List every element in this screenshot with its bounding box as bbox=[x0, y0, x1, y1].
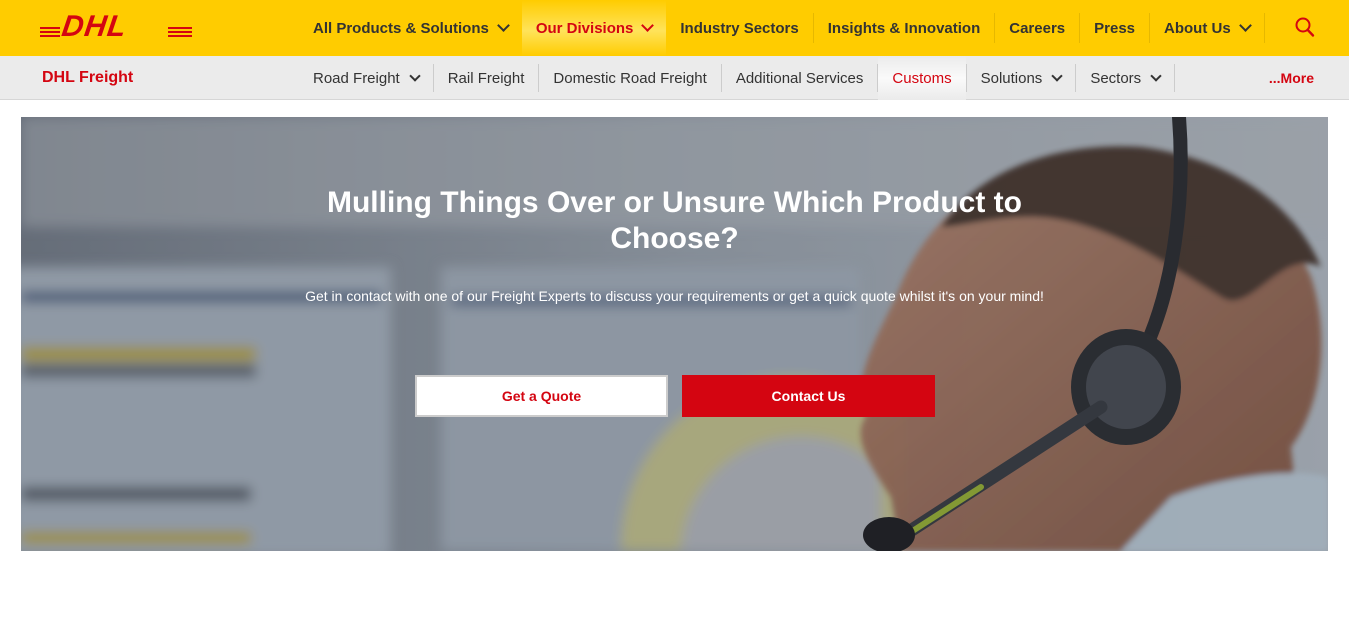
main-nav-careers[interactable]: Careers bbox=[995, 0, 1079, 56]
sub-nav-rail-freight[interactable]: Rail Freight bbox=[434, 56, 539, 100]
chevron-down-icon bbox=[641, 19, 655, 32]
main-nav-insights-innovation[interactable]: Insights & Innovation bbox=[814, 0, 995, 56]
sub-nav-solutions[interactable]: Solutions bbox=[967, 56, 1076, 100]
main-nav-industry-sectors[interactable]: Industry Sectors bbox=[666, 0, 812, 56]
dhl-logo-wordmark: DHL bbox=[59, 10, 130, 43]
sub-nav-label: Rail Freight bbox=[447, 69, 525, 87]
hero-title: Mulling Things Over or Unsure Which Prod… bbox=[326, 186, 1022, 255]
chevron-down-icon bbox=[1051, 69, 1063, 82]
contact-us-button[interactable]: Contact Us bbox=[682, 375, 935, 417]
global-header: DHL All Products & Solutions Our Divisio… bbox=[0, 0, 1349, 56]
chevron-down-icon bbox=[1150, 69, 1162, 82]
division-title[interactable]: DHL Freight bbox=[42, 56, 133, 100]
nav-divider bbox=[1263, 13, 1265, 43]
main-nav-label: Press bbox=[1094, 19, 1136, 37]
more-link[interactable]: ...More bbox=[1269, 56, 1314, 100]
hero-content: Mulling Things Over or Unsure Which Prod… bbox=[21, 117, 1328, 551]
sub-nav-domestic-road-freight[interactable]: Domestic Road Freight bbox=[539, 56, 720, 100]
main-nav-label: Industry Sectors bbox=[680, 19, 799, 37]
sub-nav-label: Solutions bbox=[980, 69, 1043, 87]
main-nav-press[interactable]: Press bbox=[1080, 0, 1149, 56]
main-navigation: All Products & Solutions Our Divisions I… bbox=[299, 0, 1265, 56]
division-header: DHL Freight Road Freight Rail Freight Do… bbox=[0, 56, 1349, 100]
chevron-down-icon bbox=[409, 69, 421, 82]
sub-nav-additional-services[interactable]: Additional Services bbox=[722, 56, 878, 100]
sub-nav-label: Sectors bbox=[1090, 69, 1142, 87]
dhl-logo[interactable]: DHL bbox=[40, 10, 194, 43]
sub-nav-label: Customs bbox=[892, 69, 952, 87]
main-nav-about-us[interactable]: About Us bbox=[1150, 0, 1264, 56]
main-nav-label: Our Divisions bbox=[535, 19, 634, 37]
sub-nav-customs[interactable]: Customs bbox=[878, 56, 966, 100]
search-icon bbox=[1295, 17, 1315, 37]
sub-nav-label: Road Freight bbox=[313, 69, 400, 87]
chevron-down-icon bbox=[496, 19, 510, 32]
main-nav-label: All Products & Solutions bbox=[313, 19, 489, 37]
sub-nav-label: Additional Services bbox=[735, 69, 864, 87]
division-navigation: Road Freight Rail Freight Domestic Road … bbox=[299, 56, 1176, 100]
sub-nav-road-freight[interactable]: Road Freight bbox=[299, 56, 433, 100]
get-a-quote-button[interactable]: Get a Quote bbox=[415, 375, 668, 417]
main-nav-label: About Us bbox=[1164, 19, 1231, 37]
main-nav-label: Insights & Innovation bbox=[827, 19, 981, 37]
main-nav-all-products[interactable]: All Products & Solutions bbox=[299, 0, 522, 56]
hero-description: Get in contact with one of our Freight E… bbox=[305, 288, 1044, 304]
nav-divider bbox=[1174, 64, 1176, 92]
main-nav-label: Careers bbox=[1009, 19, 1066, 37]
sub-nav-label: Domestic Road Freight bbox=[553, 69, 707, 87]
search-button[interactable] bbox=[1292, 15, 1318, 41]
sub-nav-sectors[interactable]: Sectors bbox=[1076, 56, 1174, 100]
main-nav-our-divisions[interactable]: Our Divisions bbox=[521, 0, 667, 56]
chevron-down-icon bbox=[1238, 19, 1252, 32]
hero-banner: Mulling Things Over or Unsure Which Prod… bbox=[21, 117, 1328, 551]
